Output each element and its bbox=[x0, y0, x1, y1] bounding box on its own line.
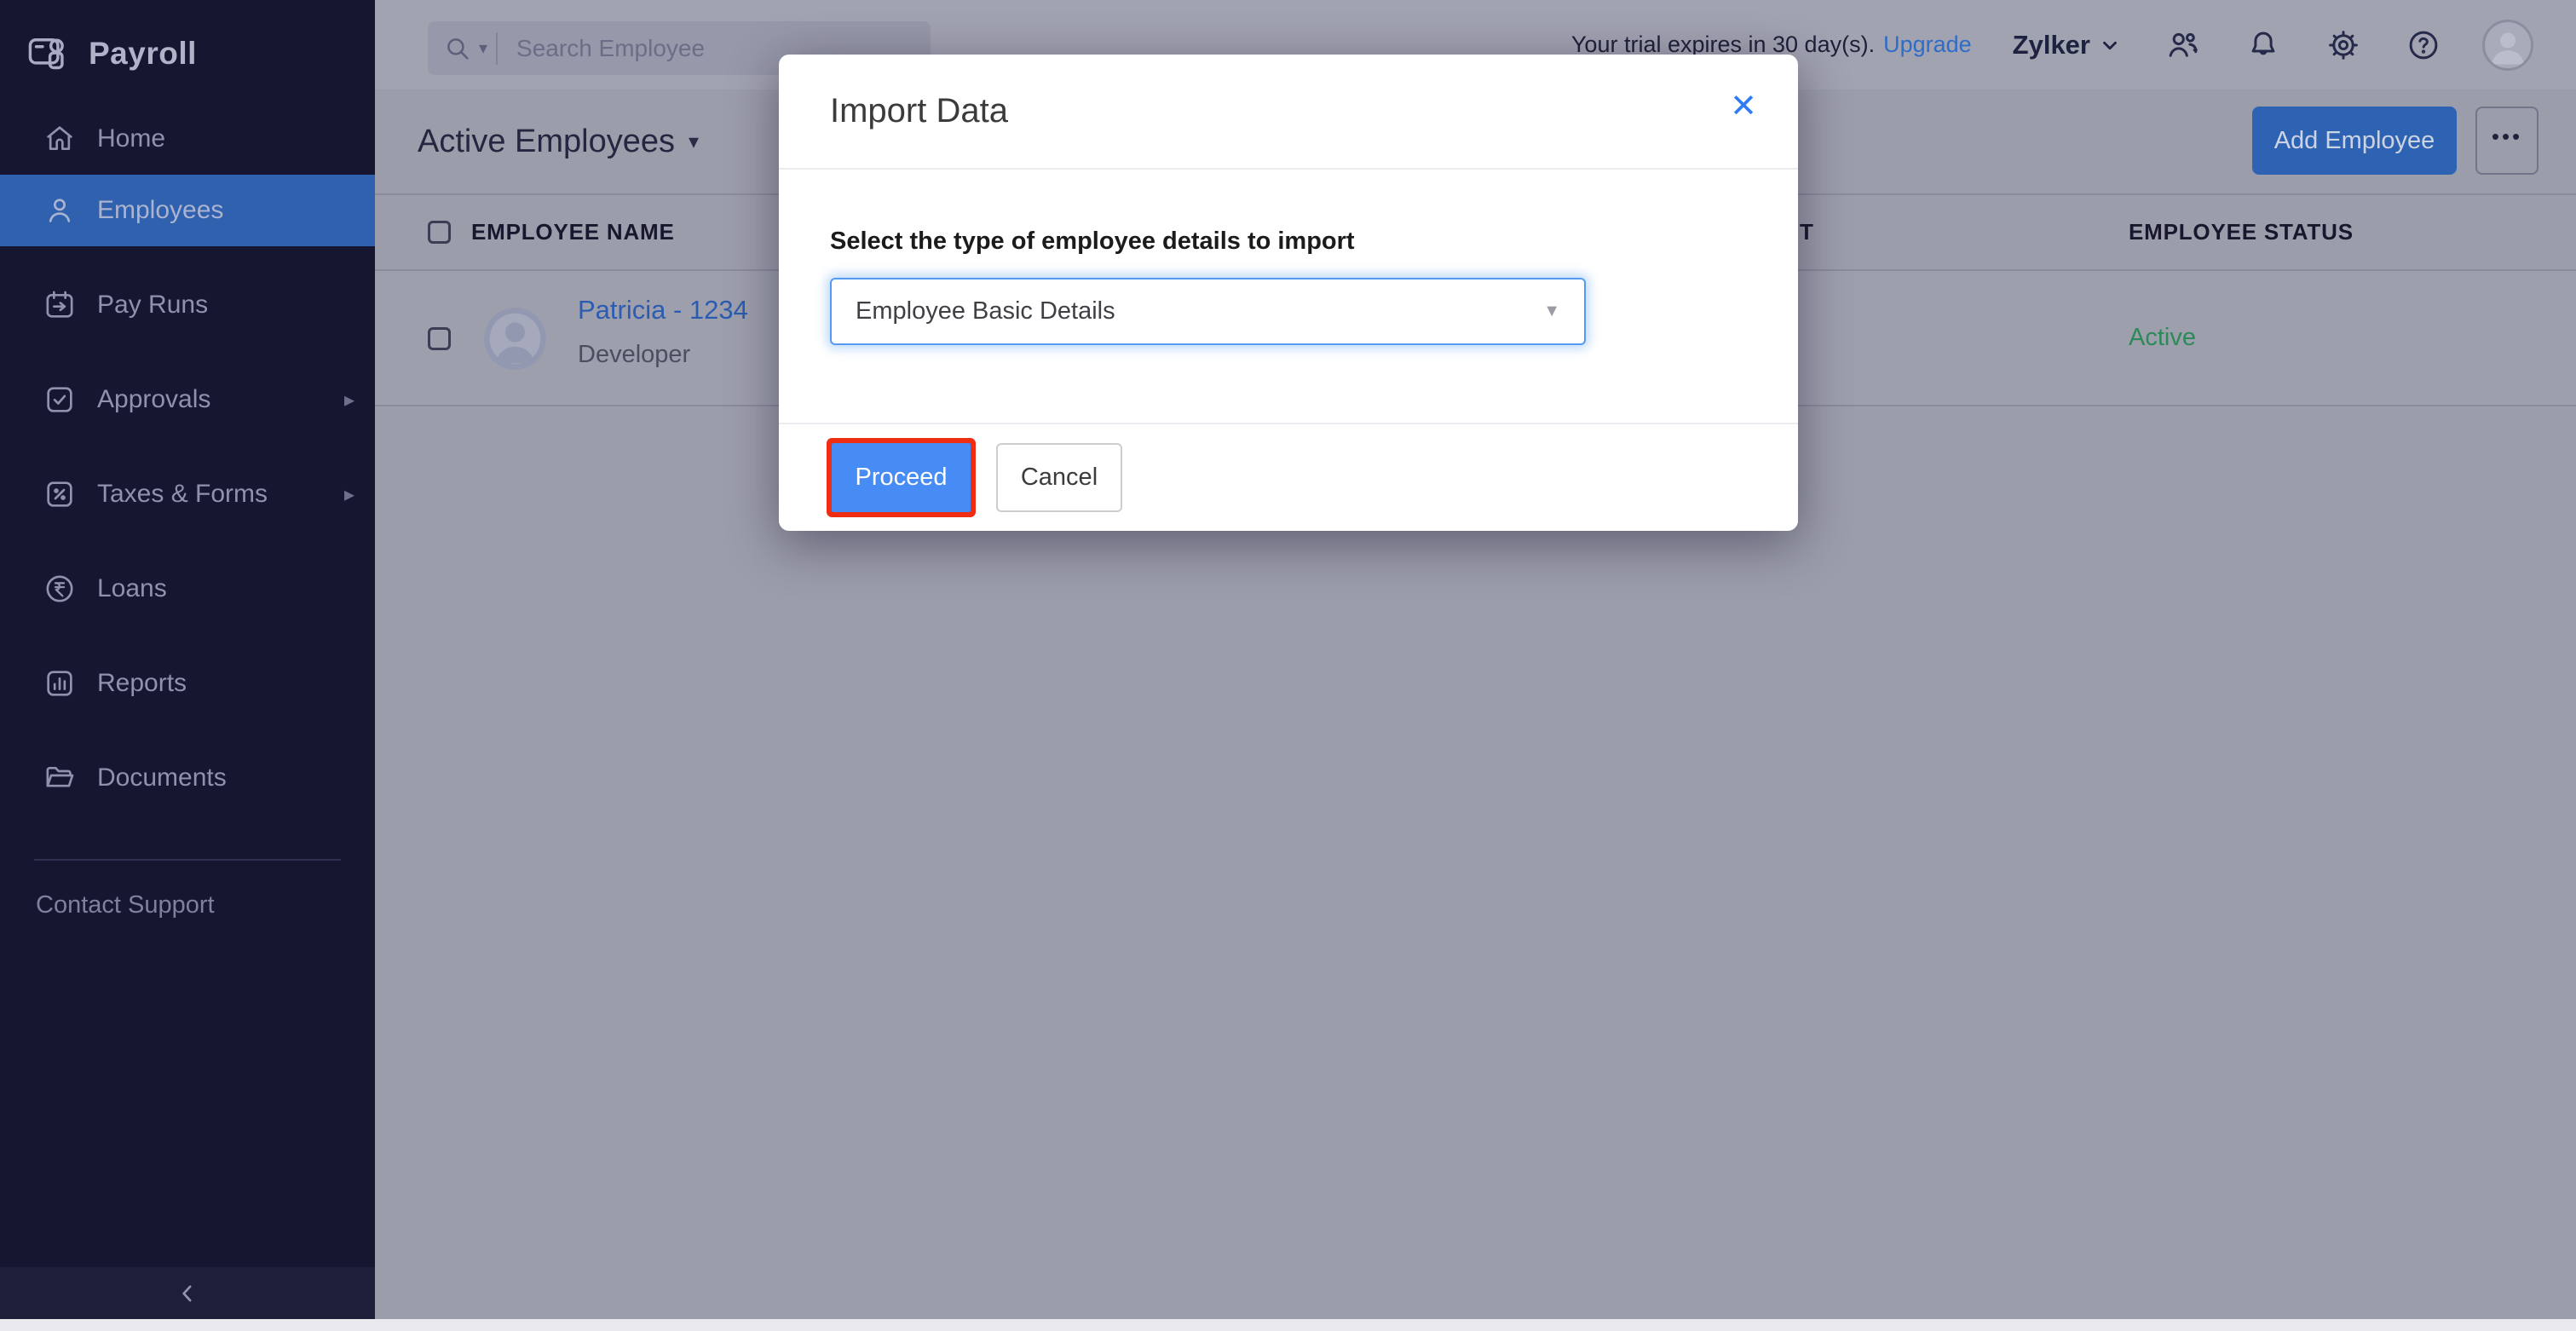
documents-icon bbox=[43, 761, 77, 795]
sidebar-item-label: Reports bbox=[97, 669, 187, 698]
view-selector[interactable]: Active Employees ▾ bbox=[418, 89, 699, 193]
org-switcher[interactable]: Zylker bbox=[2013, 30, 2121, 60]
avatar-silhouette-icon bbox=[2485, 22, 2531, 68]
employee-role: Developer bbox=[578, 341, 690, 369]
users-icon bbox=[2165, 27, 2201, 63]
sidebar-item-label: Approvals bbox=[97, 385, 210, 414]
sidebar-item-approvals[interactable]: Approvals ▸ bbox=[0, 364, 375, 435]
app-root: Payroll Home Employees Pay Runs bbox=[0, 0, 2576, 1331]
modal-header: Import Data ✕ bbox=[779, 55, 1798, 170]
cancel-button[interactable]: Cancel bbox=[996, 443, 1122, 512]
import-type-label: Select the type of employee details to i… bbox=[830, 228, 1747, 256]
sidebar-item-pay-runs[interactable]: Pay Runs bbox=[0, 269, 375, 341]
reports-icon bbox=[43, 666, 77, 700]
gear-icon bbox=[2325, 27, 2361, 63]
column-header-partial: T bbox=[1800, 195, 1813, 269]
sidebar-item-reports[interactable]: Reports bbox=[0, 648, 375, 719]
add-employee-button[interactable]: Add Employee bbox=[2252, 107, 2457, 175]
modal-body: Select the type of employee details to i… bbox=[779, 170, 1798, 423]
sidebar-item-documents[interactable]: Documents bbox=[0, 742, 375, 814]
sidebar-collapse-button[interactable] bbox=[0, 1267, 375, 1319]
import-type-select[interactable]: Employee Basic Details ▼ bbox=[830, 278, 1586, 345]
brand-name: Payroll bbox=[89, 36, 197, 72]
row-checkbox[interactable] bbox=[428, 327, 451, 350]
chevron-left-icon bbox=[175, 1281, 200, 1306]
employees-icon bbox=[43, 193, 77, 228]
sidebar-divider bbox=[34, 859, 341, 861]
proceed-button[interactable]: Proceed bbox=[832, 443, 971, 512]
employee-avatar bbox=[484, 308, 546, 370]
notifications-button[interactable] bbox=[2245, 27, 2281, 63]
settings-button[interactable] bbox=[2325, 27, 2361, 63]
sidebar-nav: Home Employees Pay Runs Approvals bbox=[0, 103, 375, 814]
chevron-right-icon: ▸ bbox=[344, 482, 354, 507]
help-button[interactable] bbox=[2406, 27, 2441, 63]
employee-status-badge: Active bbox=[2129, 271, 2196, 405]
upgrade-link[interactable]: Upgrade bbox=[1883, 32, 1972, 58]
payroll-logo-icon bbox=[26, 32, 70, 76]
modal-footer: Proceed Cancel bbox=[779, 423, 1798, 531]
sidebar-item-label: Pay Runs bbox=[97, 291, 208, 320]
contact-support-link[interactable]: Contact Support bbox=[36, 891, 215, 919]
search-icon bbox=[443, 34, 472, 63]
chevron-down-icon bbox=[2099, 34, 2121, 56]
sidebar: Payroll Home Employees Pay Runs bbox=[0, 0, 375, 1331]
ellipsis-icon: ••• bbox=[2492, 124, 2522, 149]
sidebar-item-label: Employees bbox=[97, 196, 223, 225]
bell-icon bbox=[2245, 27, 2281, 63]
close-icon[interactable]: ✕ bbox=[1730, 90, 1757, 123]
approvals-icon bbox=[43, 383, 77, 417]
sidebar-item-loans[interactable]: Loans bbox=[0, 553, 375, 625]
users-button[interactable] bbox=[2165, 27, 2201, 63]
caret-down-icon: ▾ bbox=[689, 130, 699, 154]
loans-icon bbox=[43, 572, 77, 606]
import-data-modal: Import Data ✕ Select the type of employe… bbox=[779, 55, 1798, 531]
taxes-forms-icon bbox=[43, 477, 77, 511]
sidebar-item-home[interactable]: Home bbox=[0, 103, 375, 175]
employee-name-link[interactable]: Patricia - 1234 bbox=[578, 295, 748, 326]
modal-title: Import Data bbox=[830, 92, 1008, 130]
chevron-right-icon: ▸ bbox=[344, 388, 354, 412]
bottom-strip bbox=[0, 1319, 2576, 1331]
app-logo: Payroll bbox=[0, 0, 375, 85]
select-all-checkbox[interactable] bbox=[428, 221, 451, 244]
sidebar-item-taxes-forms[interactable]: Taxes & Forms ▸ bbox=[0, 458, 375, 530]
user-avatar[interactable] bbox=[2482, 20, 2533, 71]
sidebar-item-label: Loans bbox=[97, 574, 167, 603]
column-header-employee-name[interactable]: EMPLOYEE NAME bbox=[471, 195, 675, 269]
page-title: Active Employees bbox=[418, 124, 675, 160]
search-scope-caret-icon[interactable]: ▾ bbox=[479, 37, 487, 59]
sidebar-item-label: Home bbox=[97, 124, 165, 153]
sidebar-item-employees[interactable]: Employees bbox=[0, 175, 375, 246]
help-icon bbox=[2406, 27, 2441, 63]
sidebar-item-label: Taxes & Forms bbox=[97, 480, 268, 509]
home-icon bbox=[43, 122, 77, 156]
avatar-silhouette-icon bbox=[484, 308, 546, 370]
column-header-employee-status[interactable]: EMPLOYEE STATUS bbox=[2129, 195, 2354, 269]
more-actions-button[interactable]: ••• bbox=[2475, 107, 2539, 175]
search-divider bbox=[496, 32, 498, 65]
org-name: Zylker bbox=[2013, 30, 2090, 60]
sidebar-item-label: Documents bbox=[97, 763, 227, 792]
select-caret-icon: ▼ bbox=[1543, 302, 1560, 321]
import-type-selected-value: Employee Basic Details bbox=[856, 297, 1115, 326]
pay-runs-icon bbox=[43, 288, 77, 322]
